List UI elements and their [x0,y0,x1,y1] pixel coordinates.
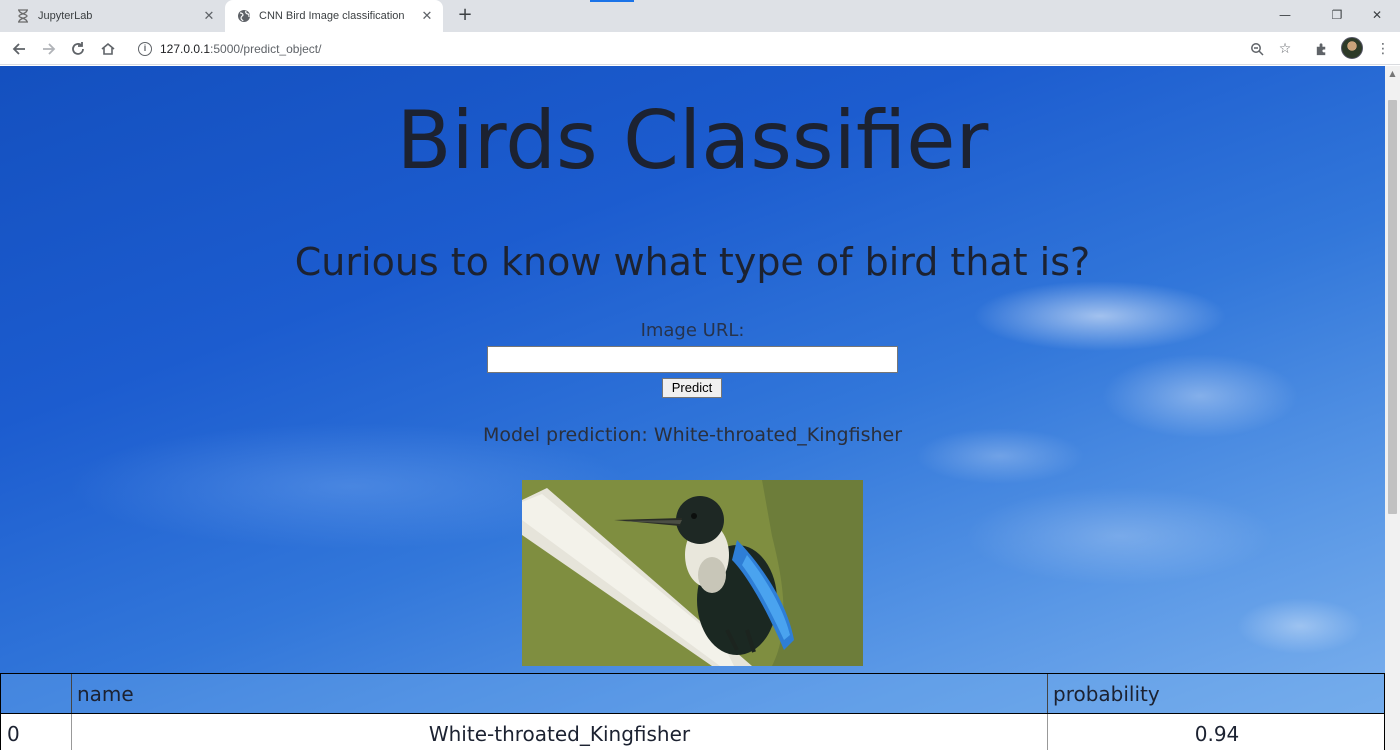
back-arrow-icon[interactable] [7,37,31,61]
home-icon[interactable] [96,37,120,61]
close-icon[interactable]: ✕ [201,8,217,24]
table-row: 0 White-throated_Kingfisher 0.94 [0,714,1385,750]
globe-icon [237,9,251,23]
image-url-label: Image URL: [640,320,745,341]
tab-cnn-bird[interactable]: CNN Bird Image classification ✕ [225,0,443,32]
row-name: White-throated_Kingfisher [428,722,691,746]
column-divider [1047,674,1048,713]
browser-toolbar: i 127.0.0.1:5000/predict_object/ ☆ ⋮ [0,32,1400,65]
minimize-icon[interactable]: — [1262,0,1308,30]
column-header-probability: probability [1053,681,1160,706]
close-icon[interactable]: ✕ [419,8,435,24]
url-path: :5000/predict_object/ [210,42,322,56]
new-tab-button[interactable]: + [455,6,475,26]
tab-title: CNN Bird Image classification [259,10,405,22]
close-window-icon[interactable]: ✕ [1354,0,1400,30]
row-index: 0 [7,722,20,746]
tab-jupyterlab[interactable]: JupyterLab ✕ [0,0,225,32]
page-title: Birds Classifier [396,94,989,187]
table-header: name probability [0,673,1385,714]
bird-image [522,480,863,666]
avatar[interactable] [1341,37,1363,59]
scroll-up-icon[interactable]: ▲ [1388,69,1397,81]
url-host: 127.0.0.1 [160,42,211,56]
tab-title: JupyterLab [38,10,93,22]
reload-icon[interactable] [66,37,90,61]
browser-tab-bar: JupyterLab ✕ CNN Bird Image classificati… [0,0,1400,32]
column-divider [71,674,72,713]
extensions-puzzle-icon[interactable] [1309,37,1333,61]
hourglass-icon [16,9,30,23]
tab-strip-accent [590,0,634,2]
row-probability: 0.94 [1194,722,1240,746]
image-url-input[interactable] [487,346,898,373]
model-prediction-text: Model prediction: White-throated_Kingfis… [482,424,903,446]
predict-button[interactable]: Predict [662,378,722,398]
address-bar[interactable]: i 127.0.0.1:5000/predict_object/ [130,36,1305,62]
page-scrollbar[interactable]: ▲ [1385,66,1400,750]
column-header-name: name [77,681,134,706]
menu-kebab-icon[interactable]: ⋮ [1371,37,1395,61]
info-icon[interactable]: i [138,42,152,56]
page-background: Birds Classifier Curious to know what ty… [0,66,1385,750]
bookmark-star-icon[interactable]: ☆ [1273,37,1297,61]
page-subtitle: Curious to know what type of bird that i… [294,240,1091,284]
results-table: name probability 0 White-throated_Kingfi… [0,673,1385,750]
scrollbar-thumb[interactable] [1388,100,1397,514]
zoom-icon[interactable] [1245,37,1269,61]
forward-arrow-icon[interactable] [37,37,61,61]
